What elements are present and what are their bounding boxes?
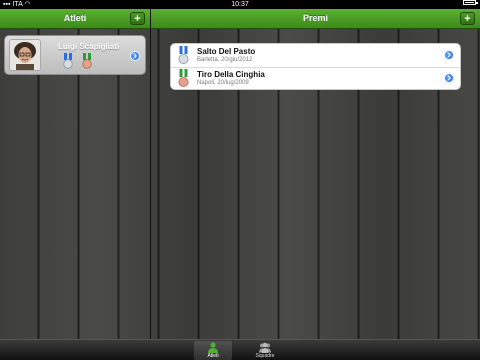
prize-list: Salto Del Pasto Barletta, 20/giu/2012 Ti…	[170, 43, 461, 90]
athlete-card[interactable]: Luigi Scapigliati	[4, 35, 146, 75]
status-bar: ▪▪▪ ITA ◠ 10:37	[0, 0, 480, 9]
silver-medal-icon	[63, 53, 73, 69]
tab-label: Atleti	[207, 353, 219, 359]
athletes-title: Atleti	[63, 13, 87, 23]
prizes-title: Premi	[302, 13, 328, 23]
person-icon	[208, 342, 218, 353]
battery-indicator	[463, 0, 478, 5]
prize-subtitle: Napoli, 20/lug/2009	[197, 80, 249, 86]
tab-label: Squadre	[255, 353, 275, 359]
prizes-navbar: Premi +	[151, 9, 480, 29]
tab-squadre[interactable]: Squadre	[246, 341, 284, 360]
athlete-medals	[63, 53, 92, 69]
athletes-navbar: Atleti +	[0, 9, 150, 29]
list-item[interactable]: Tiro Della Cinghia Napoli, 20/lug/2009	[171, 67, 460, 89]
silver-medal-icon	[178, 46, 189, 64]
split-divider	[150, 9, 151, 339]
athlete-name: Luigi Scapigliati	[58, 42, 120, 51]
athlete-disclosure-icon[interactable]	[130, 51, 140, 61]
disclosure-icon[interactable]	[444, 73, 454, 83]
avatar	[9, 39, 41, 71]
prize-title: Tiro Della Cinghia	[197, 70, 265, 79]
add-prize-button[interactable]: +	[460, 12, 475, 25]
tab-bar: Atleti Squadre	[0, 339, 480, 360]
prize-subtitle: Barletta, 20/giu/2012	[197, 57, 253, 63]
tab-atleti[interactable]: Atleti	[194, 341, 232, 360]
disclosure-icon[interactable]	[444, 50, 454, 60]
list-item[interactable]: Salto Del Pasto Barletta, 20/giu/2012	[171, 44, 460, 68]
add-athlete-button[interactable]: +	[130, 12, 145, 25]
bronze-medal-icon	[82, 53, 92, 69]
prize-title: Salto Del Pasto	[197, 47, 256, 56]
battery-icon	[463, 0, 478, 5]
team-icon	[259, 342, 271, 353]
bronze-medal-icon	[178, 69, 189, 87]
clock: 10:37	[231, 1, 249, 8]
